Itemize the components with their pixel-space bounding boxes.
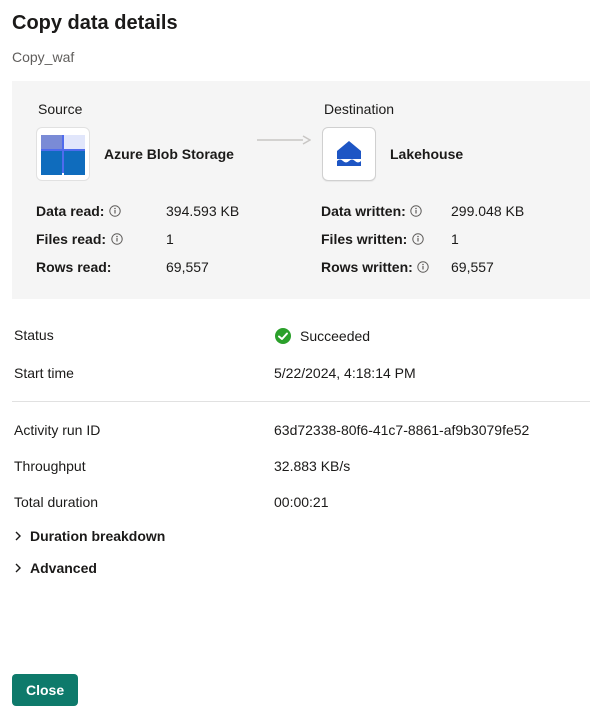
status-label: Status [14, 327, 274, 345]
info-icon[interactable] [108, 205, 121, 218]
source-heading: Source [38, 101, 246, 117]
copy-flow-panel: Source Azure Blob Storage Destin [12, 81, 590, 299]
total-duration-value: 00:00:21 [274, 494, 588, 510]
data-written-label: Data written: [321, 203, 406, 219]
destination-endpoint: Destination Lakehouse [322, 101, 566, 181]
files-read-label: Files read: [36, 231, 106, 247]
destination-label: Lakehouse [390, 146, 463, 162]
files-read-value: 1 [166, 231, 281, 247]
status-value: Succeeded [300, 328, 370, 344]
data-written-value: 299.048 KB [451, 203, 566, 219]
duration-breakdown-label: Duration breakdown [30, 528, 165, 544]
advanced-expander[interactable]: Advanced [12, 552, 590, 584]
destination-stats: Data written: 299.048 KB Files written: … [321, 203, 566, 275]
success-icon [274, 327, 292, 345]
rows-written-value: 69,557 [451, 259, 566, 275]
arrow-right-icon [257, 133, 311, 149]
total-duration-label: Total duration [14, 494, 274, 510]
throughput-label: Throughput [14, 458, 274, 474]
data-read-label: Data read: [36, 203, 104, 219]
duration-breakdown-expander[interactable]: Duration breakdown [12, 520, 590, 552]
lakehouse-icon [322, 127, 376, 181]
activity-name: Copy_waf [12, 49, 590, 65]
close-button[interactable]: Close [12, 674, 78, 706]
data-read-value: 394.593 KB [166, 203, 281, 219]
start-time-value: 5/22/2024, 4:18:14 PM [274, 365, 588, 381]
source-label: Azure Blob Storage [104, 146, 234, 162]
activity-run-id-label: Activity run ID [14, 422, 274, 438]
files-written-label: Files written: [321, 231, 407, 247]
chevron-right-icon [12, 530, 24, 542]
rows-read-value: 69,557 [166, 259, 281, 275]
files-written-value: 1 [451, 231, 566, 247]
info-icon[interactable] [410, 205, 423, 218]
activity-run-id-value: 63d72338-80f6-41c7-8861-af9b3079fe52 [274, 422, 588, 438]
info-icon[interactable] [411, 233, 424, 246]
page-title: Copy data details [12, 12, 590, 35]
azure-blob-storage-icon [36, 127, 90, 181]
throughput-value: 32.883 KB/s [274, 458, 588, 474]
rows-read-label: Rows read: [36, 259, 111, 275]
start-time-label: Start time [14, 365, 274, 381]
info-icon[interactable] [417, 261, 430, 274]
section-divider [12, 401, 590, 402]
advanced-label: Advanced [30, 560, 97, 576]
info-icon[interactable] [110, 233, 123, 246]
source-endpoint: Source Azure Blob Storage [36, 101, 246, 181]
rows-written-label: Rows written: [321, 259, 413, 275]
destination-heading: Destination [324, 101, 566, 117]
source-stats: Data read: 394.593 KB Files read: 1 [36, 203, 281, 275]
chevron-right-icon [12, 562, 24, 574]
